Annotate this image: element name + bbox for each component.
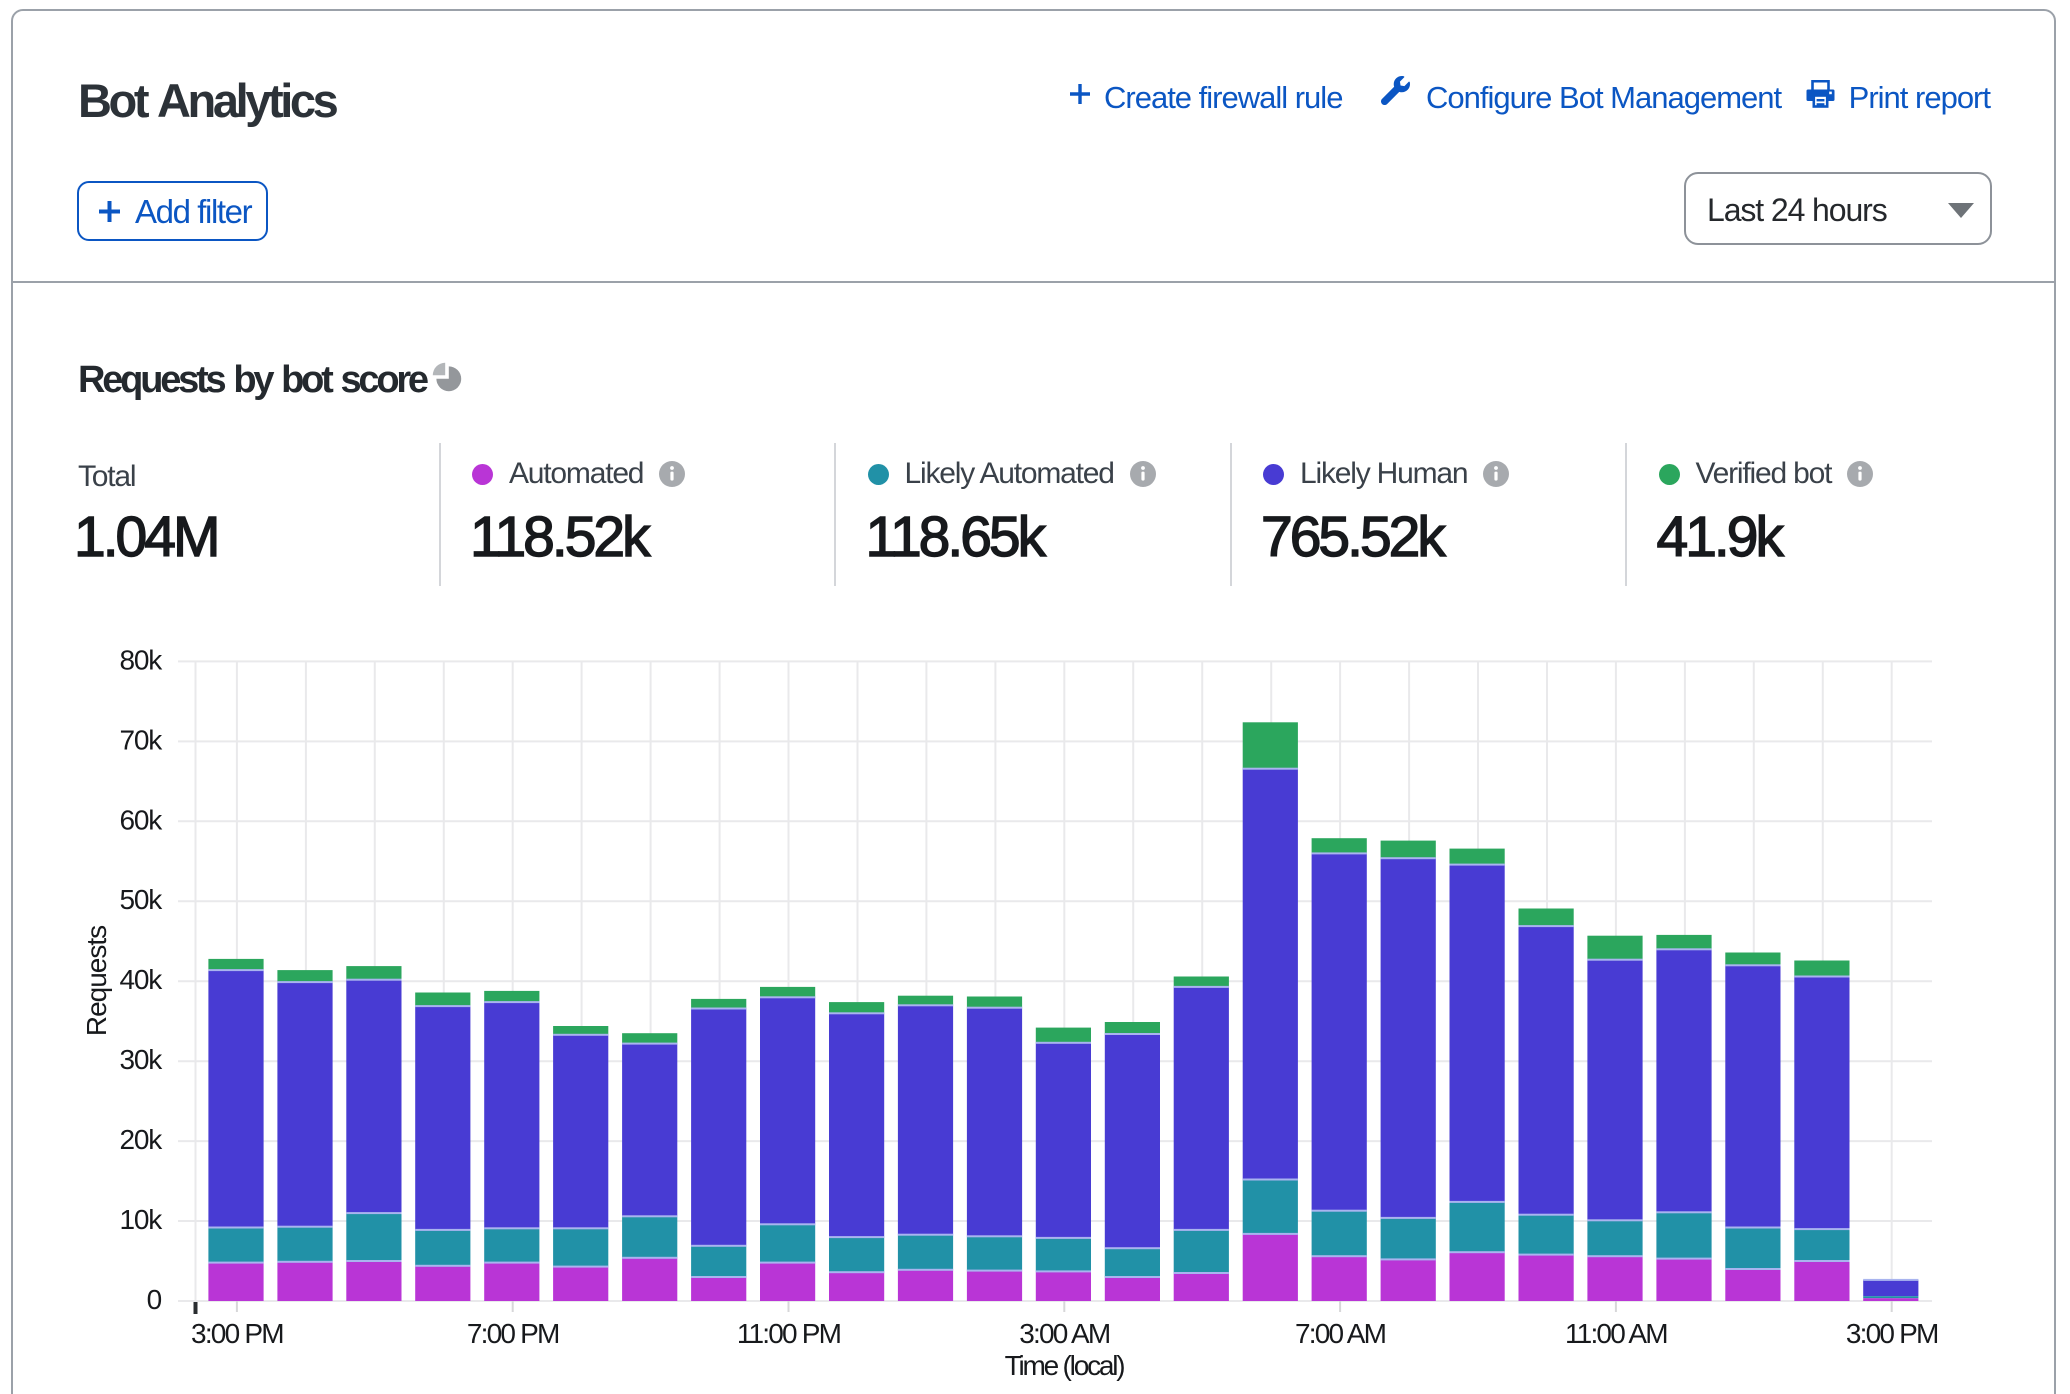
svg-text:0: 0: [147, 1284, 162, 1315]
svg-text:3:00 PM: 3:00 PM: [1846, 1318, 1938, 1349]
svg-text:40k: 40k: [119, 964, 163, 995]
svg-text:20k: 20k: [119, 1124, 163, 1155]
svg-text:3:00 AM: 3:00 AM: [1019, 1318, 1110, 1349]
svg-text:7:00 AM: 7:00 AM: [1295, 1318, 1386, 1349]
svg-text:80k: 80k: [119, 644, 163, 675]
svg-text:Time (local): Time (local): [1005, 1350, 1125, 1381]
svg-text:10k: 10k: [119, 1204, 163, 1235]
svg-text:60k: 60k: [119, 804, 163, 835]
svg-text:50k: 50k: [119, 884, 163, 915]
svg-text:11:00 AM: 11:00 AM: [1565, 1318, 1667, 1349]
svg-text:7:00 PM: 7:00 PM: [467, 1318, 559, 1349]
svg-text:70k: 70k: [119, 724, 163, 755]
svg-text:Requests: Requests: [81, 926, 112, 1036]
svg-text:30k: 30k: [119, 1044, 163, 1075]
svg-text:11:00 PM: 11:00 PM: [737, 1318, 841, 1349]
svg-text:3:00 PM: 3:00 PM: [191, 1318, 283, 1349]
